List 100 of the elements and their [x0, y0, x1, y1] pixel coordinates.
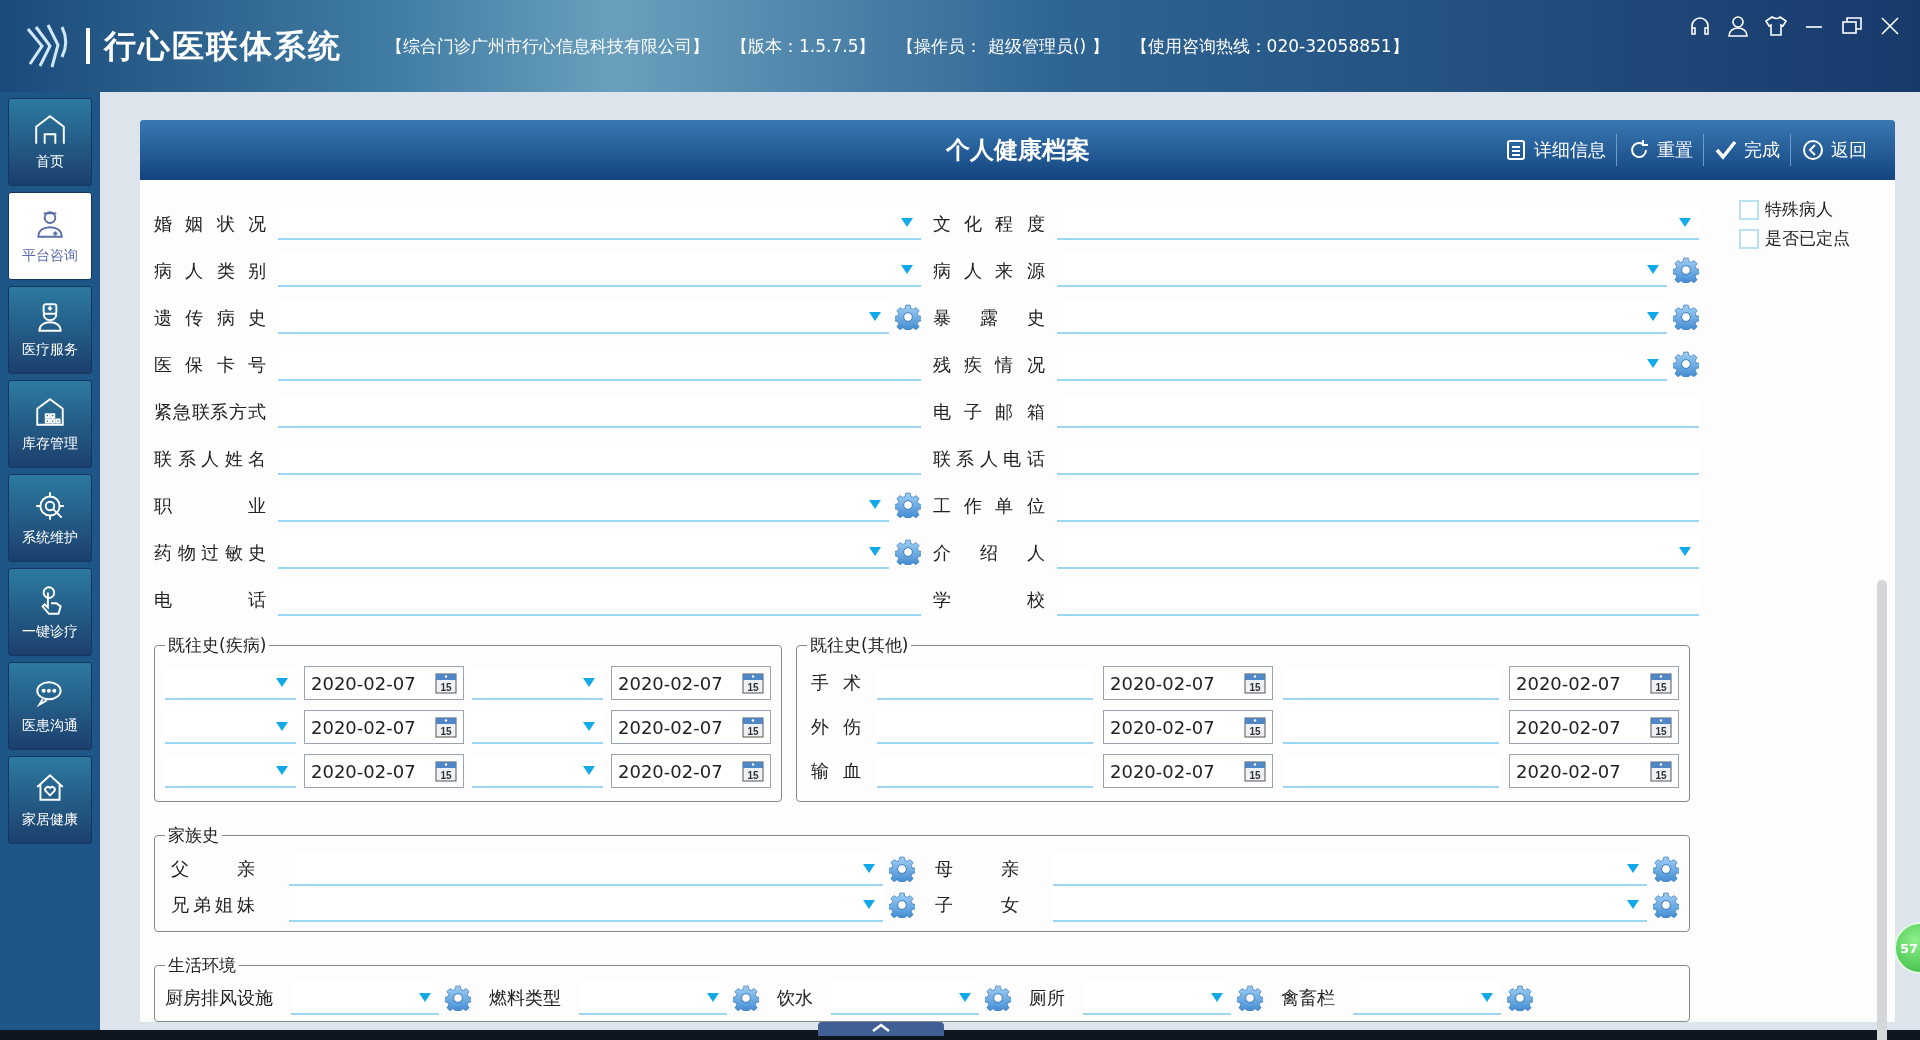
- date-field[interactable]: 2020-02-07 15: [611, 754, 771, 788]
- dropdown-arrow-icon: [583, 677, 595, 687]
- date-field[interactable]: 2020-02-07 15: [611, 666, 771, 700]
- calendar-icon[interactable]: 15: [742, 760, 764, 782]
- dropdown-arrow-icon: [868, 311, 881, 321]
- field-label: 厨房排风设施: [165, 986, 273, 1010]
- field-label: 厕所: [1029, 986, 1065, 1010]
- field-label: 联系人电话: [932, 447, 1045, 471]
- calendar-icon[interactable]: 15: [1244, 672, 1266, 694]
- date-field[interactable]: 2020-02-07 15: [611, 710, 771, 744]
- calendar-icon[interactable]: 15: [435, 716, 457, 738]
- sidebar-item[interactable]: 系统维护: [8, 474, 92, 562]
- dropdown-arrow-icon: [1679, 217, 1691, 227]
- field-label: 饮水: [777, 986, 813, 1010]
- calendar-icon[interactable]: 15: [742, 672, 764, 694]
- scrollbar[interactable]: [1877, 580, 1887, 1040]
- dropdown-arrow-icon: [1627, 899, 1639, 909]
- panel-title: 个人健康档案: [945, 135, 1090, 166]
- dropdown-arrow-icon: [868, 546, 881, 556]
- date-field[interactable]: 2020-02-07 15: [1103, 754, 1273, 788]
- sidebar-item[interactable]: 医患沟通: [8, 662, 92, 750]
- field-label: 紧急联系方式: [154, 400, 266, 424]
- list-icon: [1504, 138, 1528, 162]
- checkbox[interactable]: [1739, 228, 1759, 249]
- user-icon[interactable]: [1726, 14, 1750, 38]
- calendar-icon[interactable]: 15: [1650, 716, 1672, 738]
- field-label: 工作单位: [932, 494, 1045, 518]
- sidebar-item[interactable]: 平台咨询: [8, 192, 92, 280]
- dropdown-arrow-icon: [1679, 546, 1691, 556]
- header-info: 【操作员： 超级管理员() 】: [897, 34, 1109, 58]
- sidebar-item[interactable]: 首页: [8, 98, 92, 186]
- field-label: 遗传病史: [154, 306, 266, 330]
- group-title: 既往史(疾病): [167, 634, 268, 657]
- calendar-icon[interactable]: 15: [435, 760, 457, 782]
- dropdown-arrow-icon: [1627, 863, 1639, 873]
- collapse-tab[interactable]: [817, 1022, 944, 1036]
- group-title: 生活环境: [167, 954, 237, 977]
- header-info: 【使用咨询热线：020-32058851】: [1130, 34, 1409, 58]
- sidebar-item[interactable]: 家居健康: [8, 756, 92, 844]
- sidebar-item[interactable]: 医疗服务: [8, 286, 92, 374]
- calendar-icon[interactable]: 15: [1650, 760, 1672, 782]
- date-field[interactable]: 2020-02-07 15: [1509, 754, 1679, 788]
- date-field[interactable]: 2020-02-07 15: [1103, 710, 1273, 744]
- app-title: 行心医联体系统: [86, 28, 342, 64]
- calendar-icon[interactable]: 15: [742, 716, 764, 738]
- field-label: 文化程度: [932, 212, 1045, 236]
- field-label: 电话: [154, 588, 266, 612]
- dropdown-arrow-icon: [419, 992, 431, 1002]
- field-label: 禽畜栏: [1281, 986, 1335, 1010]
- dropdown-arrow-icon: [276, 677, 288, 687]
- date-field[interactable]: 2020-02-07 15: [304, 754, 464, 788]
- dropdown-arrow-icon: [583, 765, 595, 775]
- date-field[interactable]: 2020-02-07 15: [1103, 666, 1273, 700]
- calendar-icon[interactable]: 15: [1244, 716, 1266, 738]
- toolbar-button[interactable]: 详细信息: [1494, 134, 1616, 166]
- checkbox-label: 特殊病人: [1765, 198, 1833, 221]
- dropdown-arrow-icon: [1647, 311, 1659, 321]
- checkbox[interactable]: [1739, 199, 1759, 220]
- shirt-icon[interactable]: [1764, 14, 1788, 38]
- dropdown-arrow-icon: [1647, 358, 1659, 368]
- field-label: 暴露史: [932, 306, 1045, 330]
- dropdown-arrow-icon: [276, 765, 288, 775]
- checkbox-label: 是否已定点: [1765, 227, 1850, 250]
- headset-icon[interactable]: [1688, 14, 1712, 38]
- field-label: 残疾情况: [932, 353, 1045, 377]
- field-label: 药物过敏史: [154, 541, 266, 565]
- date-field[interactable]: 2020-02-07 15: [1509, 710, 1679, 744]
- toolbar-button[interactable]: 返回: [1790, 134, 1877, 166]
- group-title: 既往史(其他): [809, 634, 910, 657]
- date-field[interactable]: 2020-02-07 15: [304, 710, 464, 744]
- field-label: 母亲: [934, 857, 1020, 881]
- dropdown-arrow-icon: [1647, 264, 1659, 274]
- calendar-icon[interactable]: 15: [1244, 760, 1266, 782]
- dropdown-arrow-icon: [900, 217, 913, 227]
- field-label: 病人来源: [932, 259, 1045, 283]
- calendar-icon[interactable]: 15: [1650, 672, 1672, 694]
- field-label: 医保卡号: [154, 353, 266, 377]
- group-title: 家族史: [167, 824, 220, 847]
- sidebar-item[interactable]: 库存管理: [8, 380, 92, 468]
- calendar-icon[interactable]: 15: [435, 672, 457, 694]
- field-label: 电子邮箱: [932, 400, 1045, 424]
- dropdown-arrow-icon: [1211, 992, 1223, 1002]
- dropdown-arrow-icon: [1481, 992, 1493, 1002]
- warehouse-icon: [33, 395, 67, 429]
- field-label: 外伤: [810, 715, 862, 739]
- field-label: 输血: [810, 759, 862, 783]
- check-icon: [1714, 138, 1738, 162]
- house-icon: [33, 113, 67, 147]
- field-label: 职业: [154, 494, 266, 518]
- field-label: 父亲: [170, 857, 256, 881]
- dropdown-arrow-icon: [959, 992, 971, 1002]
- sidebar-item[interactable]: 一键诊疗: [8, 568, 92, 656]
- field-label: 兄弟姐妹: [170, 893, 256, 917]
- toolbar-button[interactable]: 完成: [1703, 134, 1790, 166]
- date-field[interactable]: 2020-02-07 15: [304, 666, 464, 700]
- toolbar-button[interactable]: 重置: [1616, 134, 1703, 166]
- dropdown-arrow-icon: [868, 499, 881, 509]
- date-field[interactable]: 2020-02-07 15: [1509, 666, 1679, 700]
- field-label: 学校: [932, 588, 1045, 612]
- field-label: 介绍人: [932, 541, 1045, 565]
